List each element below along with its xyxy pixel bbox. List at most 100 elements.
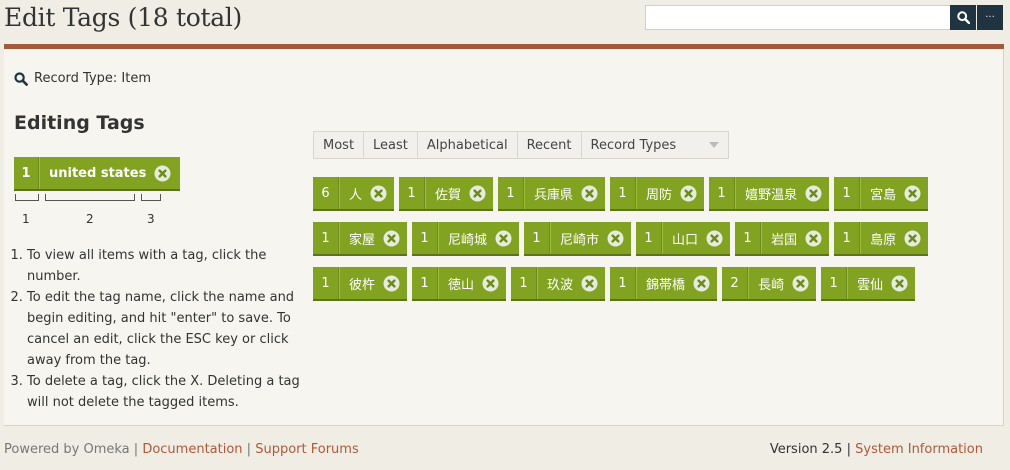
main-panel: Record Type: Item Editing Tags 1 united … <box>4 49 1004 426</box>
delete-icon <box>370 185 387 201</box>
tag-name[interactable]: 周防 <box>636 177 680 209</box>
delete-tag-button[interactable] <box>581 177 605 209</box>
delete-tag-button[interactable] <box>904 222 928 254</box>
tag-count-link[interactable]: 1 <box>636 222 663 254</box>
tag: 2 長崎 <box>722 267 817 301</box>
tag-count-link[interactable]: 1 <box>399 177 426 209</box>
tag-name[interactable]: 兵庫県 <box>524 177 581 209</box>
tag-name[interactable]: 長崎 <box>748 267 792 299</box>
search-button[interactable] <box>950 5 976 30</box>
delete-tag-button[interactable] <box>607 222 631 254</box>
sort-recent[interactable]: Recent <box>518 132 582 158</box>
tag-count-link[interactable]: 1 <box>709 177 736 209</box>
legend-number-3: 3 <box>147 212 155 226</box>
delete-icon <box>805 185 822 201</box>
tag-count-link[interactable]: 1 <box>313 267 339 299</box>
tag-count-link[interactable]: 1 <box>524 222 551 254</box>
tag-count-link[interactable]: 1 <box>834 222 861 254</box>
delete-tag-button[interactable] <box>383 267 407 299</box>
record-types-select[interactable]: Record Types <box>581 132 728 158</box>
tag-name[interactable]: 島原 <box>860 222 904 254</box>
tag-name[interactable]: 尼崎市 <box>550 222 607 254</box>
documentation-link[interactable]: Documentation <box>142 442 242 457</box>
tag-count-link[interactable]: 2 <box>722 267 749 299</box>
tag-name[interactable]: 宮島 <box>860 177 904 209</box>
delete-tag-button[interactable] <box>680 177 704 209</box>
tag-row: 6 人 1 佐賀 1 兵庫県 1 周防 1 嬉野温泉 1 宮島 <box>313 177 933 211</box>
delete-tag-button[interactable] <box>383 222 407 254</box>
system-information-link[interactable]: System Information <box>855 442 983 457</box>
tag: 1 宮島 <box>834 177 929 211</box>
tag-name[interactable]: 雲仙 <box>847 267 891 299</box>
example-tag: 1 united states <box>14 157 181 191</box>
tag-count-link[interactable]: 6 <box>313 177 339 209</box>
tag-name[interactable]: 佐賀 <box>425 177 469 209</box>
tag-name[interactable]: 山口 <box>662 222 706 254</box>
tag-name[interactable]: 嬉野温泉 <box>735 177 805 209</box>
example-tag-name: united states <box>39 157 154 189</box>
delete-icon <box>154 157 180 189</box>
support-forums-link[interactable]: Support Forums <box>255 442 359 457</box>
tag-count-link[interactable]: 1 <box>313 222 339 254</box>
footer-left: Powered by Omeka | Documentation | Suppo… <box>4 442 359 457</box>
sort-alphabetical[interactable]: Alphabetical <box>418 132 518 158</box>
tag-count-link[interactable]: 1 <box>511 267 538 299</box>
delete-tag-button[interactable] <box>706 222 730 254</box>
delete-icon <box>792 275 809 291</box>
tag: 1 嬉野温泉 <box>709 177 830 211</box>
tag: 1 雲仙 <box>821 267 916 301</box>
footer-separator: | <box>846 442 851 457</box>
header: Edit Tags (18 total) ··· <box>0 0 1010 48</box>
delete-icon <box>495 230 512 246</box>
delete-icon <box>693 275 710 291</box>
editing-tags-heading: Editing Tags <box>14 112 145 134</box>
sort-least[interactable]: Least <box>364 132 418 158</box>
tag-name[interactable]: 家屋 <box>339 222 383 254</box>
tag-name[interactable]: 人 <box>339 177 370 209</box>
legend-bracket-2 <box>45 194 135 201</box>
delete-tag-button[interactable] <box>469 177 493 209</box>
delete-tag-button[interactable] <box>370 177 394 209</box>
legend-bracket-1 <box>15 194 39 201</box>
record-types-select-value: Record Types <box>590 137 677 153</box>
tag: 1 山口 <box>636 222 731 256</box>
tag-name[interactable]: 玖波 <box>537 267 581 299</box>
tag-name[interactable]: 尼崎城 <box>438 222 495 254</box>
tag-count-link[interactable]: 1 <box>834 177 861 209</box>
tag-name[interactable]: 錦帯橋 <box>636 267 693 299</box>
tag-count-link[interactable]: 1 <box>610 177 637 209</box>
tag-name[interactable]: 彼杵 <box>339 267 383 299</box>
delete-tag-button[interactable] <box>805 222 829 254</box>
delete-tag-button[interactable] <box>891 267 915 299</box>
advanced-search-button[interactable]: ··· <box>977 5 1003 30</box>
delete-icon <box>706 230 723 246</box>
tag-name[interactable]: 徳山 <box>438 267 482 299</box>
tag: 1 兵庫県 <box>498 177 606 211</box>
tag: 1 徳山 <box>412 267 507 301</box>
delete-tag-button[interactable] <box>581 267 605 299</box>
tag-row: 1 家屋 1 尼崎城 1 尼崎市 1 山口 1 岩国 1 島原 <box>313 222 933 256</box>
tag-name[interactable]: 岩国 <box>761 222 805 254</box>
search-input[interactable] <box>645 5 951 30</box>
tag-count-link[interactable]: 1 <box>412 222 439 254</box>
delete-icon <box>482 275 499 291</box>
delete-tag-button[interactable] <box>904 177 928 209</box>
legend-number-1: 1 <box>22 212 30 226</box>
tag-row: 1 彼杵 1 徳山 1 玖波 1 錦帯橋 2 長崎 1 雲仙 <box>313 267 933 301</box>
sort-most[interactable]: Most <box>314 132 365 158</box>
delete-tag-button[interactable] <box>693 267 717 299</box>
delete-icon <box>680 185 697 201</box>
tag-count-link[interactable]: 1 <box>412 267 439 299</box>
tag-count-link[interactable]: 1 <box>821 267 848 299</box>
sort-bar: Most Least Alphabetical Recent Record Ty… <box>313 131 729 159</box>
tag-count-link[interactable]: 1 <box>610 267 637 299</box>
delete-tag-button[interactable] <box>792 267 816 299</box>
delete-tag-button[interactable] <box>805 177 829 209</box>
delete-tag-button[interactable] <box>495 222 519 254</box>
search-icon <box>14 71 28 86</box>
delete-icon <box>904 230 921 246</box>
tag-count-link[interactable]: 1 <box>498 177 525 209</box>
delete-icon <box>607 230 624 246</box>
delete-tag-button[interactable] <box>482 267 506 299</box>
tag-count-link[interactable]: 1 <box>735 222 762 254</box>
